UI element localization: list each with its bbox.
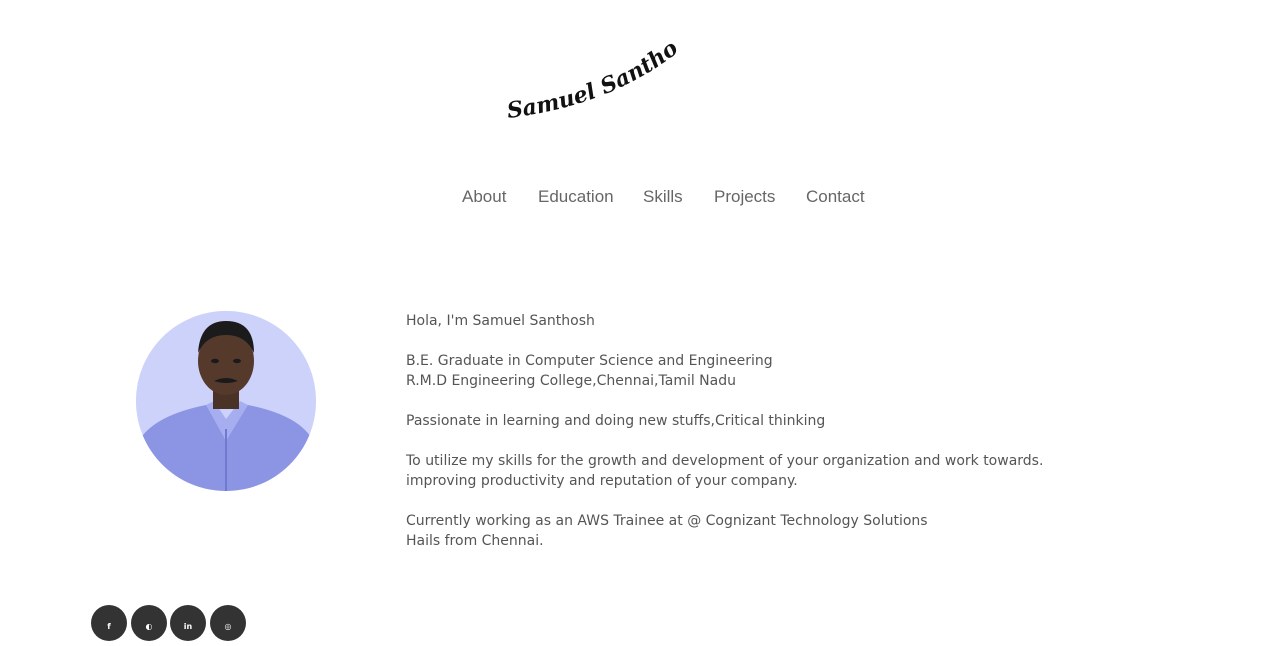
objective-line-1: To utilize my skills for the growth and … xyxy=(406,453,1044,469)
facebook-button[interactable]: f xyxy=(91,605,127,641)
linkedin-button[interactable]: in xyxy=(170,605,206,641)
about-section: Hola, I'm Samuel Santhosh B.E. Graduate … xyxy=(406,311,1126,551)
nav-projects-link[interactable]: Projects xyxy=(714,186,775,208)
facebook-icon: f xyxy=(107,621,111,631)
hometown-text: Hails from Chennai. xyxy=(406,533,544,549)
main-nav: About Education Skills Projects Contact xyxy=(0,186,1276,210)
instagram-icon: ◎ xyxy=(224,621,232,631)
linkedin-icon: in xyxy=(183,621,193,631)
github-button[interactable]: ◐ xyxy=(131,605,167,641)
nav-about-link[interactable]: About xyxy=(462,186,506,208)
nav-contact-link[interactable]: Contact xyxy=(806,186,865,208)
logo-svg: Samuel Santhosh xyxy=(500,30,683,124)
profile-avatar xyxy=(136,311,316,491)
nav-education-link[interactable]: Education xyxy=(538,186,614,208)
degree-text: B.E. Graduate in Computer Science and En… xyxy=(406,353,773,369)
profile-photo xyxy=(136,311,316,491)
site-logo[interactable]: Samuel Santhosh xyxy=(500,30,690,140)
instagram-button[interactable]: ◎ xyxy=(210,605,246,641)
nav-skills-link[interactable]: Skills xyxy=(643,186,683,208)
passion-text: Passionate in learning and doing new stu… xyxy=(406,413,826,429)
github-icon: ◐ xyxy=(145,621,153,631)
objective-line-2: improving productivity and reputation of… xyxy=(406,473,798,489)
logo-text: Samuel Santhosh xyxy=(500,30,683,124)
greeting-text: Hola, I'm Samuel Santhosh xyxy=(406,313,595,329)
current-role-text: Currently working as an AWS Trainee at @… xyxy=(406,513,928,529)
college-text: R.M.D Engineering College,Chennai,Tamil … xyxy=(406,373,736,389)
